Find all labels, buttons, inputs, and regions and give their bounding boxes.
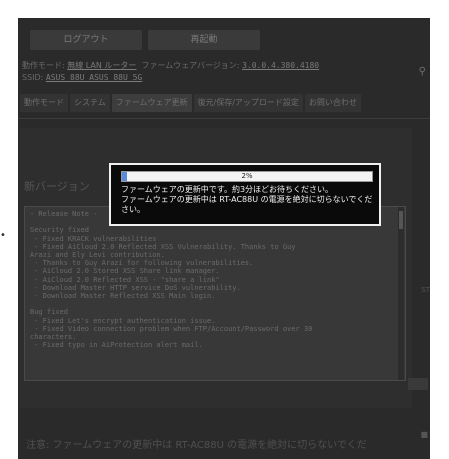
release-notes-scrollbar[interactable] (398, 207, 404, 380)
firmware-label: ファームウェアバージョン: (141, 61, 240, 70)
ssid-link[interactable]: ASUS_88U ASUS_88U_5G (46, 73, 142, 82)
tab-firmware-upgrade[interactable]: ファームウェア更新 (111, 94, 192, 112)
panel-title: 新バージョン (24, 180, 90, 193)
side-button[interactable] (408, 378, 428, 390)
tab-system[interactable]: システム (70, 94, 110, 112)
progress-percent: 2% (241, 172, 253, 180)
dialog-message-line2: ファームウェアの更新中は RT-AC88U の電源を絶対に切らないでください。 (121, 195, 373, 214)
mode-label: 動作モード: (22, 61, 65, 70)
release-notes-box[interactable]: - Release Note - Security fixed - Fixed … (24, 206, 406, 381)
side-marker-icon: ■ (420, 430, 428, 439)
top-button-bar: ログアウト 再起動 (30, 30, 260, 50)
scrollbar-thumb[interactable] (399, 211, 403, 229)
mode-link[interactable]: 無線 LAN ルーター (67, 61, 136, 70)
user-icon[interactable]: ⚲ (419, 66, 426, 77)
annotation-mark: • (0, 230, 6, 241)
power-warning-note: 注意: ファームウェアの更新中は RT-AC88U の電源を絶対に切らないでくだ (26, 440, 367, 451)
reboot-button[interactable]: 再起動 (148, 30, 260, 50)
tab-divider (18, 118, 430, 119)
router-admin-screen: ログアウト 再起動 動作モード: 無線 LAN ルーター ファームウェアバージョ… (18, 18, 430, 459)
firmware-update-dialog: 2% ファームウェアの更新中です。約3分ほどお待ちください。 ファームウェアの更… (109, 163, 381, 226)
tab-operation-mode[interactable]: 動作モード (20, 94, 68, 112)
logout-button[interactable]: ログアウト (30, 30, 142, 50)
dialog-message-line1: ファームウェアの更新中です。約3分ほどお待ちください。 (121, 185, 334, 194)
side-label: ST (421, 286, 430, 294)
progress-bar: 2% (121, 171, 373, 182)
ssid-label: SSID: (22, 73, 44, 82)
tab-feedback[interactable]: お問い合わせ (304, 94, 361, 112)
tab-restore-save-upload[interactable]: 復元/保存/アップロード設定 (193, 94, 303, 112)
dialog-message: ファームウェアの更新中です。約3分ほどお待ちください。 ファームウェアの更新中は… (121, 185, 376, 215)
status-line-ssid: SSID: ASUS_88U ASUS_88U_5G (22, 73, 142, 82)
status-line-mode: 動作モード: 無線 LAN ルーター ファームウェアバージョン: 3.0.0.4… (22, 60, 319, 71)
settings-tabs: 動作モード システム ファームウェア更新 復元/保存/アップロード設定 お問い合… (20, 94, 361, 112)
firmware-link[interactable]: 3.0.0.4.380.4180 (242, 61, 319, 70)
